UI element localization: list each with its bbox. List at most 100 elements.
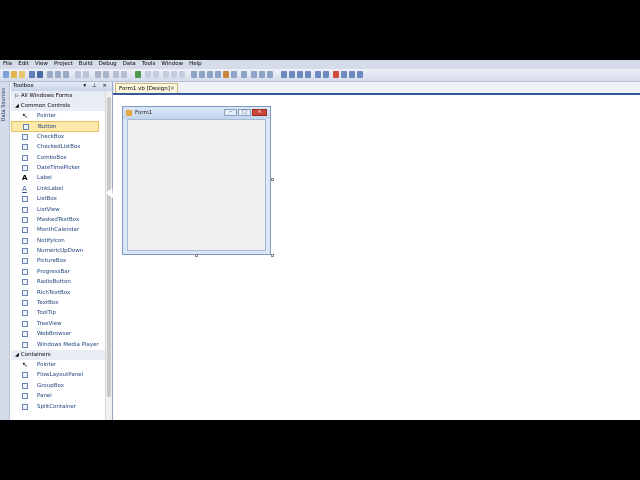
order-icon[interactable] — [305, 71, 311, 78]
solution-explorer-icon[interactable] — [199, 71, 205, 78]
toolbox-item[interactable]: CheckBox — [11, 132, 112, 142]
toolbox-category[interactable]: ◢ Containers — [11, 349, 112, 360]
toolbox-item[interactable]: Windows Media Player — [11, 340, 112, 350]
toolbox-item[interactable]: Panel — [11, 391, 112, 401]
toolbox-item[interactable]: Button — [11, 121, 99, 132]
toolbox-item[interactable]: GroupBox — [11, 381, 112, 391]
toolbox-title: Toolbox — [13, 83, 34, 89]
output-icon[interactable] — [341, 71, 347, 78]
menu-view[interactable]: View — [32, 60, 51, 69]
step-into-icon[interactable] — [163, 71, 169, 78]
lock-controls-icon[interactable] — [323, 71, 329, 78]
toolbox-item[interactable]: FlowLayoutPanel — [11, 370, 112, 380]
toolbar-options-icon[interactable] — [251, 71, 257, 78]
menu-file[interactable]: File — [0, 60, 15, 69]
menu-edit[interactable]: Edit — [15, 60, 32, 69]
step-out-icon[interactable] — [179, 71, 185, 78]
new-project-icon[interactable] — [3, 71, 9, 78]
close-button[interactable]: × — [252, 109, 267, 116]
toolbox-item[interactable]: SplitContainer — [11, 402, 112, 412]
menu-window[interactable]: Window — [158, 60, 186, 69]
navigate-forward-icon[interactable] — [121, 71, 127, 78]
resize-handle-corner[interactable] — [271, 254, 274, 257]
toolbox-category[interactable]: ◢ Common Controls — [11, 101, 112, 111]
copy-icon[interactable] — [55, 71, 61, 78]
pause-icon[interactable] — [145, 71, 151, 78]
start-page-icon[interactable] — [231, 71, 237, 78]
uncomment-icon[interactable] — [83, 71, 89, 78]
step-over-icon[interactable] — [171, 71, 177, 78]
open-file-icon[interactable] — [19, 71, 25, 78]
data-sources-tab[interactable]: Data Sources — [1, 88, 7, 121]
toolbox-item[interactable]: ListView — [11, 205, 112, 215]
scrollbar-thumb[interactable] — [107, 97, 111, 397]
toolbox-item[interactable]: MonthCalendar — [11, 225, 112, 235]
toolbox-category[interactable]: ▷ All Windows Forms — [11, 91, 112, 101]
toolbox-item[interactable]: TextBox — [11, 298, 112, 308]
undo-icon[interactable] — [95, 71, 101, 78]
collapse-arrow-icon[interactable]: ◢ — [15, 103, 19, 109]
toolbox-header-buttons[interactable]: ▾ ⊥ × — [83, 82, 109, 91]
toolbox-item[interactable]: A Label — [11, 173, 112, 183]
tab-order-icon[interactable] — [349, 71, 355, 78]
stop-icon[interactable] — [153, 71, 159, 78]
cut-icon[interactable] — [47, 71, 53, 78]
spacing-icon[interactable] — [297, 71, 303, 78]
expand-arrow-icon[interactable]: ▷ — [15, 93, 19, 99]
maximize-button[interactable]: □ — [238, 109, 251, 116]
toolbox-item[interactable]: NotifyIcon — [11, 236, 112, 246]
format-icon[interactable] — [281, 71, 287, 78]
toolbox-scrollbar[interactable] — [105, 91, 112, 420]
toolbox-item[interactable]: CheckedListBox — [11, 142, 112, 152]
layout-icon[interactable] — [267, 71, 273, 78]
align-icon[interactable] — [259, 71, 265, 78]
toolbox-item[interactable]: RadioButton — [11, 277, 112, 287]
paste-icon[interactable] — [63, 71, 69, 78]
form1-designer-window[interactable]: Form1 – □ × — [122, 106, 271, 255]
find-icon[interactable] — [191, 71, 197, 78]
resize-handle-right[interactable] — [271, 178, 274, 181]
minimize-button[interactable]: – — [224, 109, 237, 116]
save-icon[interactable] — [29, 71, 35, 78]
navigate-back-icon[interactable] — [113, 71, 119, 78]
tab-form1-design[interactable]: Form1.vb [Design] × — [115, 83, 178, 93]
comment-icon[interactable] — [75, 71, 81, 78]
toolbox-item[interactable]: ToolTip — [11, 308, 112, 318]
save-all-icon[interactable] — [37, 71, 43, 78]
menu-project[interactable]: Project — [51, 60, 76, 69]
toolbox-item[interactable]: ↖ Pointer — [11, 111, 112, 121]
toolbox-item[interactable]: A LinkLabel — [11, 184, 112, 194]
toolbox-item[interactable]: NumericUpDown — [11, 246, 112, 256]
resize-handle-bottom[interactable] — [195, 254, 198, 257]
menu-build[interactable]: Build — [76, 60, 96, 69]
menu-help[interactable]: Help — [186, 60, 205, 69]
toolbox-item[interactable]: DateTimePicker — [11, 163, 112, 173]
properties-icon[interactable] — [207, 71, 213, 78]
menu-debug[interactable]: Debug — [96, 60, 120, 69]
redo-icon[interactable] — [103, 71, 109, 78]
collapse-arrow-icon[interactable]: ◢ — [15, 352, 19, 358]
toolbox-item[interactable]: ComboBox — [11, 153, 112, 163]
start-debugging-icon[interactable] — [135, 71, 141, 78]
add-item-icon[interactable] — [11, 71, 17, 78]
menu-data[interactable]: Data — [120, 60, 139, 69]
toolbox-item[interactable]: WebBrowser — [11, 329, 112, 339]
toolbox-item[interactable]: PictureBox — [11, 256, 112, 266]
error-list-icon[interactable] — [333, 71, 339, 78]
size-icon[interactable] — [289, 71, 295, 78]
toolbox-item[interactable]: TreeView — [11, 319, 112, 329]
more-tools-icon[interactable] — [241, 71, 247, 78]
toolbox-item[interactable]: ProgressBar — [11, 267, 112, 277]
control-icon — [22, 144, 28, 151]
center-icon[interactable] — [315, 71, 321, 78]
tab-close-icon[interactable]: × — [170, 84, 175, 94]
toolbox-item[interactable]: RichTextBox — [11, 288, 112, 298]
form-client-area[interactable] — [127, 119, 266, 251]
menu-tools[interactable]: Tools — [139, 60, 159, 69]
toolbox-item[interactable]: ↖ Pointer — [11, 360, 112, 370]
toolbox-item[interactable]: MaskedTextBox — [11, 215, 112, 225]
toolbox-item[interactable]: ListBox — [11, 194, 112, 204]
overflow-icon[interactable] — [357, 71, 363, 78]
toolbox-icon[interactable] — [223, 71, 229, 78]
object-browser-icon[interactable] — [215, 71, 221, 78]
